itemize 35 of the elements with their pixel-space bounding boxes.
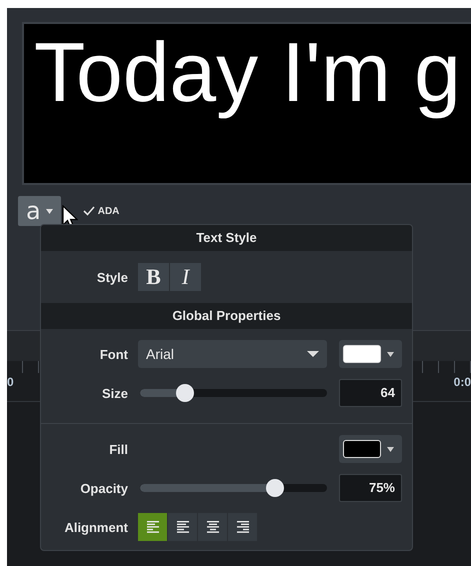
size-input[interactable]: 64 (339, 379, 402, 407)
align-center-button[interactable] (198, 513, 227, 541)
color-picker-button[interactable] (339, 435, 402, 463)
section-header: Global Properties (41, 303, 412, 329)
slider-thumb[interactable] (176, 384, 194, 402)
align-center-icon (206, 521, 218, 533)
font-dropdown[interactable]: Arial (138, 340, 327, 368)
align-left-icon (146, 521, 158, 533)
color-picker-button[interactable] (339, 340, 402, 368)
field-label: Size (100, 386, 128, 400)
slider[interactable] (140, 479, 327, 497)
time-label: 0:0 (454, 375, 471, 389)
field-label: Opacity (79, 480, 128, 496)
field-label: Style (96, 270, 128, 284)
bold-button[interactable]: B (138, 263, 169, 291)
ada-label[interactable]: ADA (98, 206, 120, 216)
section-header: Text Style (41, 225, 412, 251)
time-label: 0 (7, 375, 16, 389)
caret-icon (387, 446, 394, 452)
align-right-icon (236, 521, 248, 533)
italic-button[interactable]: I (170, 263, 201, 291)
field-label: Alignment (63, 520, 128, 534)
field-label: Fill (108, 442, 128, 456)
align-justify-button[interactable] (168, 513, 197, 541)
text-style-button[interactable]: a (18, 196, 61, 226)
caption-text: Today I'm g (33, 24, 461, 121)
caret-icon (387, 352, 394, 356)
dropdown-arrow-icon (307, 351, 319, 357)
align-right-button[interactable] (228, 513, 257, 541)
field-label: Font (98, 346, 128, 362)
slider-thumb[interactable] (266, 479, 284, 497)
caret-icon (46, 208, 53, 214)
align-justify-icon (176, 521, 188, 533)
slider[interactable] (140, 384, 327, 402)
opacity-input[interactable]: 75% (339, 474, 402, 502)
